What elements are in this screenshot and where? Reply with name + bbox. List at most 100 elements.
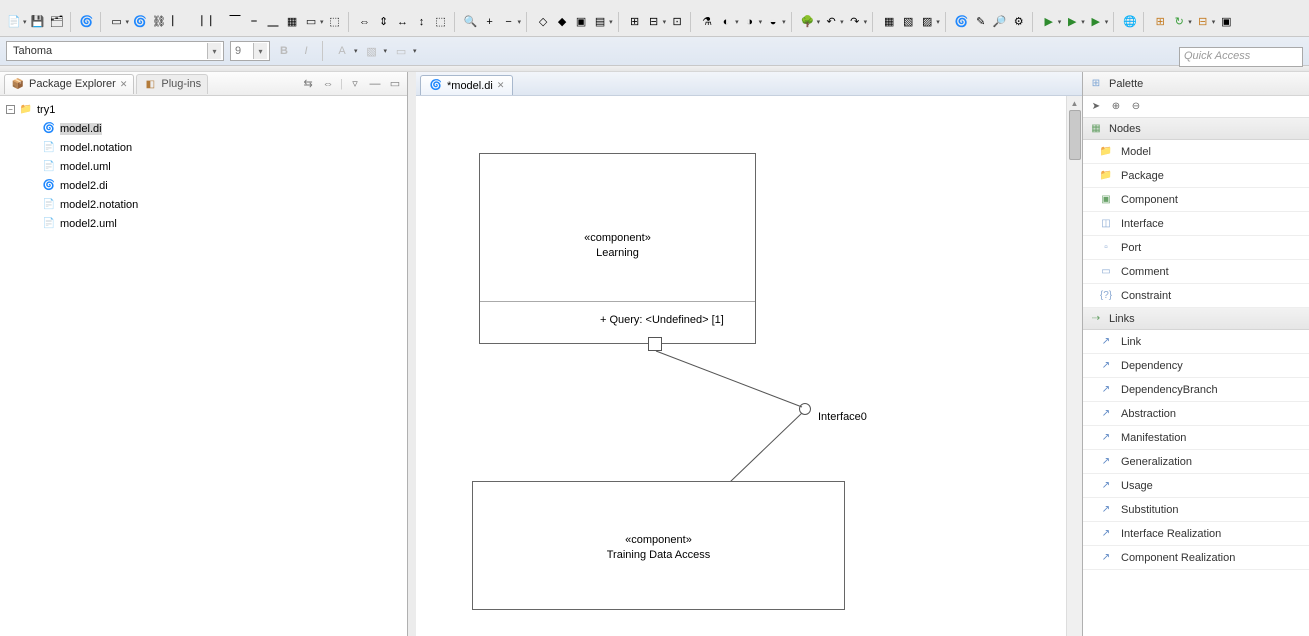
palette-link-item[interactable]: ↗Generalization — [1083, 450, 1309, 474]
new-node-icon[interactable]: ▣ — [1218, 14, 1234, 30]
line-color-icon[interactable]: ▭ — [393, 43, 409, 59]
view-menu-icon[interactable]: ▿ — [347, 76, 363, 92]
palette-link-item[interactable]: ↗Interface Realization — [1083, 522, 1309, 546]
align-center-icon[interactable]: ⎹ — [189, 14, 205, 30]
align-bottom-icon[interactable]: ⎽ — [265, 14, 281, 30]
style1-icon[interactable]: ◐ — [718, 14, 734, 30]
link-icon[interactable]: ⛓ — [151, 14, 167, 30]
papyrus3-icon[interactable]: 🌀 — [954, 14, 970, 30]
same-size-icon[interactable]: ⬚ — [433, 14, 449, 30]
new-class-icon[interactable]: ⊞ — [1152, 14, 1168, 30]
dist-v-icon[interactable]: ⇕ — [376, 14, 392, 30]
tree-file[interactable]: 📄model.notation — [6, 138, 401, 157]
zoom-in-icon[interactable]: + — [482, 14, 498, 30]
save-all-icon[interactable]: 🗂 — [49, 14, 65, 30]
palette-link-item[interactable]: ↗Dependency — [1083, 354, 1309, 378]
collapse-icon[interactable]: − — [6, 105, 15, 114]
tree-file[interactable]: 🌀model.di — [6, 119, 401, 138]
debug-icon[interactable]: ▶ — [1064, 14, 1080, 30]
wand-icon[interactable]: ✎ — [973, 14, 989, 30]
minimize-icon[interactable]: — — [367, 76, 383, 92]
misc3-icon[interactable]: ▣ — [573, 14, 589, 30]
new-comp-icon[interactable]: ⊟ — [1195, 14, 1211, 30]
italic-icon[interactable]: I — [298, 43, 314, 59]
palette-node-item[interactable]: ◫Interface — [1083, 212, 1309, 236]
run2-icon[interactable]: ▶ — [1088, 14, 1104, 30]
tab-package-explorer[interactable]: 📦 Package Explorer ✕ — [4, 74, 134, 94]
tab-plugins[interactable]: ◧ Plug-ins — [136, 74, 208, 94]
style2-icon[interactable]: ◑ — [742, 14, 758, 30]
align-left-icon[interactable]: ⎸ — [170, 14, 186, 30]
palette-node-item[interactable]: ▣Component — [1083, 188, 1309, 212]
misc1-icon[interactable]: ◇ — [535, 14, 551, 30]
font-color-icon[interactable]: A — [334, 43, 350, 59]
font-family-select[interactable]: Tahoma ▾ — [6, 41, 224, 61]
palette-drawer-links[interactable]: ⇢ Links — [1083, 308, 1309, 330]
tree-file[interactable]: 📄model2.notation — [6, 195, 401, 214]
maximize-icon[interactable]: ▭ — [387, 76, 403, 92]
component-training-data-access[interactable]: «component» Training Data Access — [472, 481, 845, 610]
scroll-thumb[interactable] — [1069, 110, 1081, 160]
zoom-out-icon[interactable]: ⊖ — [1129, 100, 1143, 114]
same-h-icon[interactable]: ↕ — [414, 14, 430, 30]
zoom-out-icon[interactable]: − — [501, 14, 517, 30]
style3-icon[interactable]: ◒ — [765, 14, 781, 30]
same-w-icon[interactable]: ↔ — [395, 14, 411, 30]
tree-file[interactable]: 📄model2.uml — [6, 214, 401, 233]
bold-icon[interactable]: B — [276, 43, 292, 59]
palette-link-item[interactable]: ↗Link — [1083, 330, 1309, 354]
blocks3-icon[interactable]: ▨ — [919, 14, 935, 30]
misc4-icon[interactable]: ▤ — [592, 14, 608, 30]
palette-node-item[interactable]: ▫Port — [1083, 236, 1309, 260]
new-icon[interactable]: 📄 — [6, 14, 22, 30]
palette-link-item[interactable]: ↗Usage — [1083, 474, 1309, 498]
tree-icon[interactable]: 🌳 — [800, 14, 816, 30]
layout3-icon[interactable]: ⊡ — [669, 14, 685, 30]
dist-h-icon[interactable]: ⇔ — [357, 14, 373, 30]
run-icon[interactable]: ▶ — [1041, 14, 1057, 30]
editor-tab-model[interactable]: 🌀 *model.di ✕ — [420, 75, 513, 95]
tree-file[interactable]: 🌀model2.di — [6, 176, 401, 195]
palette-node-item[interactable]: 📁Package — [1083, 164, 1309, 188]
close-icon[interactable]: ✕ — [497, 80, 505, 91]
palette-node-item[interactable]: ▭Comment — [1083, 260, 1309, 284]
layout2-icon[interactable]: ⊟ — [646, 14, 662, 30]
tree-file[interactable]: 📄model.uml — [6, 157, 401, 176]
close-icon[interactable]: ✕ — [120, 79, 128, 90]
layout-icon[interactable]: ⊞ — [627, 14, 643, 30]
palette-link-item[interactable]: ↗Manifestation — [1083, 426, 1309, 450]
collapse-all-icon[interactable]: ⇆ — [300, 76, 316, 92]
misc2-icon[interactable]: ◆ — [554, 14, 570, 30]
fill-color-icon[interactable]: ▧ — [364, 43, 380, 59]
quick-access-input[interactable]: Quick Access — [1179, 47, 1303, 67]
vertical-scrollbar[interactable]: ▲ — [1066, 96, 1082, 636]
search-icon[interactable]: 🔎 — [992, 14, 1008, 30]
palette-node-item[interactable]: {?}Constraint — [1083, 284, 1309, 308]
select-icon[interactable]: ▭ — [303, 14, 319, 30]
tree-root[interactable]: − 📁 try1 — [6, 100, 401, 119]
align-right-icon[interactable]: ⎸ — [208, 14, 224, 30]
diagram-canvas[interactable]: «component» Learning + Query: <Undefined… — [416, 96, 1082, 636]
save-icon[interactable]: 💾 — [30, 14, 46, 30]
palette-link-item[interactable]: ↗DependencyBranch — [1083, 378, 1309, 402]
blocks-icon[interactable]: ▦ — [881, 14, 897, 30]
gear-icon[interactable]: ⚙ — [1011, 14, 1027, 30]
palette-link-item[interactable]: ↗Substitution — [1083, 498, 1309, 522]
palette-link-item[interactable]: ↗Component Realization — [1083, 546, 1309, 570]
component-learning[interactable]: «component» Learning + Query: <Undefined… — [479, 153, 756, 344]
palette-drawer-nodes[interactable]: ▦ Nodes — [1083, 118, 1309, 140]
link-editor-icon[interactable]: ⇔ — [320, 76, 336, 92]
filter-icon[interactable]: ⚗ — [699, 14, 715, 30]
new-pkg-icon[interactable]: ↻ — [1171, 14, 1187, 30]
blocks2-icon[interactable]: ▧ — [900, 14, 916, 30]
font-size-select[interactable]: 9 ▾ — [230, 41, 270, 61]
window-icon[interactable]: ▭ — [109, 14, 125, 30]
cursor-icon[interactable]: ➤ — [1089, 100, 1103, 114]
align-top-icon[interactable]: ⎺ — [227, 14, 243, 30]
port-box[interactable] — [648, 337, 662, 351]
grid-icon[interactable]: ▦ — [284, 14, 300, 30]
fwd-icon[interactable]: ↷ — [847, 14, 863, 30]
zoom-in-icon[interactable]: ⊕ — [1109, 100, 1123, 114]
palette-link-item[interactable]: ↗Abstraction — [1083, 402, 1309, 426]
align-mid-icon[interactable]: ⎯ — [246, 14, 262, 30]
